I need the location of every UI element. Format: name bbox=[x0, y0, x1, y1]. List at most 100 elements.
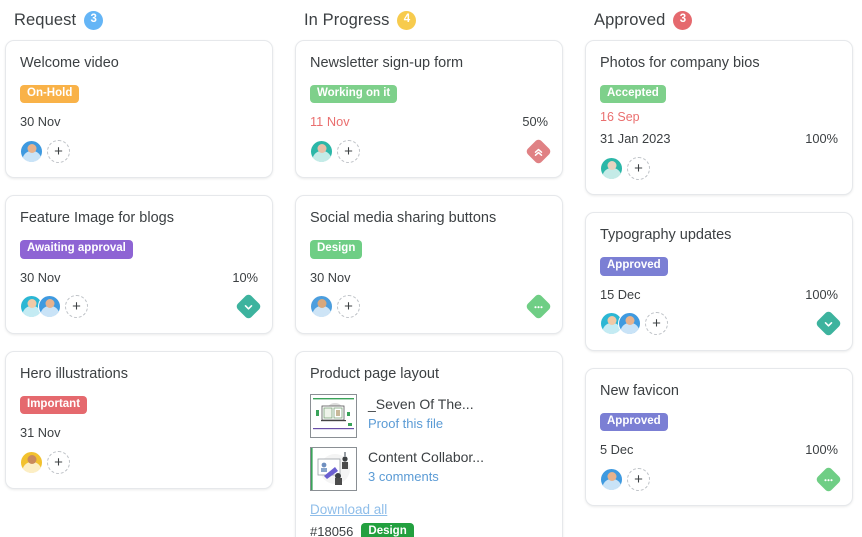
avatar-head bbox=[27, 144, 36, 153]
task-meta-row: 30 Nov bbox=[20, 114, 258, 129]
attachment-item[interactable]: _Seven Of The... Proof this file bbox=[310, 394, 548, 438]
task-date: 15 Dec bbox=[600, 287, 641, 302]
task-footer: + bbox=[20, 294, 258, 320]
attachment-link[interactable]: 3 comments bbox=[368, 469, 484, 484]
avatar[interactable] bbox=[600, 468, 623, 491]
add-assignee-button[interactable]: + bbox=[337, 295, 360, 318]
add-assignee-button[interactable]: + bbox=[47, 140, 70, 163]
task-id-row: #18056Design bbox=[310, 523, 548, 537]
task-date: 11 Nov bbox=[310, 114, 350, 129]
avatar[interactable] bbox=[600, 157, 623, 180]
task-title: Social media sharing buttons bbox=[310, 209, 548, 228]
column-title: In Progress bbox=[304, 11, 389, 30]
column-title: Approved bbox=[594, 11, 665, 30]
status-icon-ellipsis[interactable] bbox=[815, 466, 842, 493]
attachment-link[interactable]: Proof this file bbox=[368, 416, 474, 431]
task-footer: + bbox=[20, 449, 258, 475]
avatar-group: + bbox=[310, 295, 360, 318]
avatar-group: + bbox=[310, 140, 360, 163]
column-title: Request bbox=[14, 11, 76, 30]
task-date: 30 Nov bbox=[20, 270, 61, 285]
status-icon-chevron-down[interactable] bbox=[235, 293, 262, 320]
task-title: Typography updates bbox=[600, 226, 838, 245]
task-card[interactable]: Social media sharing buttons Design 30 Nov… bbox=[295, 195, 563, 333]
avatar[interactable] bbox=[20, 451, 43, 474]
task-title: Product page layout bbox=[310, 365, 548, 384]
task-meta-row: 30 Nov10% bbox=[20, 270, 258, 285]
avatar[interactable] bbox=[20, 140, 43, 163]
task-meta-row: 11 Nov 50% bbox=[310, 114, 548, 129]
task-card[interactable]: Feature Image for blogs Awaiting approval… bbox=[5, 195, 273, 333]
download-all-link[interactable]: Download all bbox=[310, 502, 387, 517]
avatar[interactable] bbox=[310, 295, 333, 318]
avatar-head bbox=[317, 144, 326, 153]
status-icon-chevron-down[interactable] bbox=[815, 310, 842, 337]
attachment-info: Content Collabor...3 comments bbox=[368, 447, 484, 485]
avatar-head bbox=[317, 299, 326, 308]
task-card[interactable]: Newsletter sign-up form Working on it 11 N… bbox=[295, 40, 563, 178]
attachment-name: _Seven Of The... bbox=[368, 396, 474, 414]
column-approved: Approved 3 Photos for company bios Accepted… bbox=[585, 0, 853, 537]
add-assignee-button[interactable]: + bbox=[627, 468, 650, 491]
avatar-head bbox=[625, 316, 634, 325]
avatar[interactable] bbox=[310, 140, 333, 163]
avatar[interactable] bbox=[38, 295, 61, 318]
task-tag-wrap: Important bbox=[20, 394, 258, 426]
avatar-group: + bbox=[600, 157, 650, 180]
task-card[interactable]: New faviconApproved5 Dec100%+ bbox=[585, 368, 853, 506]
column-count-badge: 4 bbox=[397, 11, 416, 30]
task-tag: Design bbox=[310, 240, 362, 259]
avatar-head bbox=[27, 299, 36, 308]
task-percent: 100% bbox=[805, 442, 838, 457]
task-percent: 50% bbox=[522, 114, 548, 129]
task-tag: Awaiting approval bbox=[20, 240, 133, 259]
task-footer: + bbox=[20, 138, 258, 164]
status-icon-ellipsis[interactable] bbox=[525, 293, 552, 320]
add-assignee-button[interactable]: + bbox=[47, 451, 70, 474]
column-count-badge: 3 bbox=[84, 11, 103, 30]
attachment-thumbnail bbox=[310, 447, 357, 491]
task-date: 31 Nov bbox=[20, 425, 61, 440]
task-footer: + bbox=[310, 294, 548, 320]
task-percent: 100% bbox=[805, 287, 838, 302]
task-tag-wrap: Awaiting approval bbox=[20, 238, 258, 270]
task-title: Hero illustrations bbox=[20, 365, 258, 384]
task-card[interactable]: Product page layout _Seven Of The... Proof… bbox=[295, 351, 563, 537]
task-meta-row: 15 Dec 100% bbox=[600, 287, 838, 302]
avatar[interactable] bbox=[618, 312, 641, 335]
task-tag-wrap: Working on it bbox=[310, 83, 548, 115]
add-assignee-button[interactable]: + bbox=[337, 140, 360, 163]
task-card[interactable]: Welcome videoOn-Hold30 Nov+ bbox=[5, 40, 273, 178]
add-assignee-button[interactable]: + bbox=[65, 295, 88, 318]
task-card[interactable]: Typography updates Approved 15 Dec 100% + bbox=[585, 212, 853, 350]
avatar-head bbox=[45, 299, 54, 308]
avatar-group: + bbox=[20, 295, 88, 318]
task-title: Newsletter sign-up form bbox=[310, 54, 548, 73]
task-meta-row: 30 Nov bbox=[310, 270, 548, 285]
task-footer: + bbox=[310, 138, 548, 164]
task-title: Photos for company bios bbox=[600, 54, 838, 73]
task-tag-wrap: Approved bbox=[600, 411, 838, 443]
add-assignee-button[interactable]: + bbox=[645, 312, 668, 335]
task-tag-wrap: On-Hold bbox=[20, 83, 258, 115]
column-request: Request3Welcome videoOn-Hold30 Nov+Featu… bbox=[5, 0, 273, 537]
task-tag-wrap: Design bbox=[310, 238, 548, 270]
task-tag: Working on it bbox=[310, 85, 397, 104]
status-icon-chevron-up[interactable] bbox=[525, 138, 552, 165]
add-assignee-button[interactable]: + bbox=[627, 157, 650, 180]
task-title: Feature Image for blogs bbox=[20, 209, 258, 228]
attachment-item[interactable]: Content Collabor...3 comments bbox=[310, 447, 548, 491]
task-tag: Accepted bbox=[600, 85, 666, 104]
column-count-badge: 3 bbox=[673, 11, 692, 30]
task-tag-wrap: Approved bbox=[600, 255, 838, 287]
task-card[interactable]: Photos for company biosAccepted16 Sep31 … bbox=[585, 40, 853, 195]
kanban-board: Request3Welcome videoOn-Hold30 Nov+Featu… bbox=[0, 0, 862, 537]
task-tag: Approved bbox=[600, 257, 668, 276]
avatar-head bbox=[607, 472, 616, 481]
task-meta-row: 31 Nov bbox=[20, 425, 258, 440]
avatar-head bbox=[607, 316, 616, 325]
task-date: 30 Nov bbox=[20, 114, 61, 129]
task-card[interactable]: Hero illustrations Important31 Nov + bbox=[5, 351, 273, 489]
task-tag: Design bbox=[361, 523, 413, 537]
avatar-head bbox=[607, 161, 616, 170]
